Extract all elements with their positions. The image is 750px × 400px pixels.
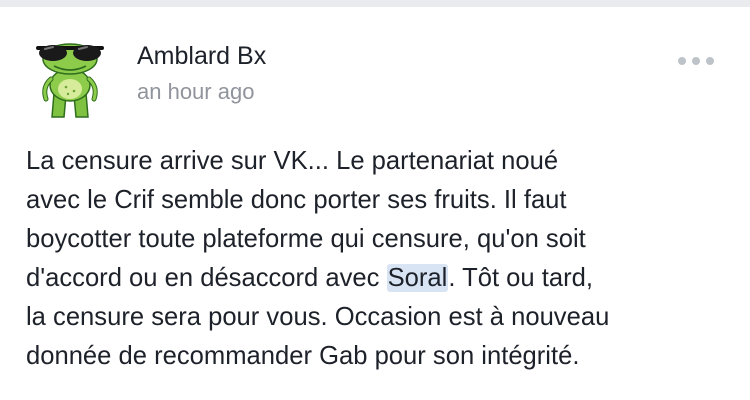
dot-icon xyxy=(692,57,700,65)
post-text-line: boycotter toute plateforme qui censure, … xyxy=(26,225,586,253)
post-card: Amblard Bx an hour ago La censure arrive… xyxy=(0,7,750,400)
post-timestamp[interactable]: an hour ago xyxy=(137,78,254,106)
post-text-segment: . Tôt ou tard, xyxy=(448,264,593,292)
post-text-line: d'accord ou en désaccord avec Soral. Tôt… xyxy=(26,259,731,298)
post-text-line: la censure sera pour vous. Occasion est … xyxy=(26,303,610,331)
post-text-segment: d'accord ou en désaccord avec xyxy=(26,264,387,292)
dot-icon xyxy=(706,57,714,65)
highlighted-word[interactable]: Soral xyxy=(386,264,449,292)
post-text-line: La censure arrive sur VK... Le partenari… xyxy=(26,147,559,175)
avatar[interactable] xyxy=(24,29,116,121)
author-name[interactable]: Amblard Bx xyxy=(137,41,266,71)
post-text-line: donnée de recommander Gab pour son intég… xyxy=(26,342,580,370)
post-text: La censure arrive sur VK... Le partenari… xyxy=(26,142,731,376)
dot-icon xyxy=(678,57,686,65)
frog-avatar-icon xyxy=(36,43,104,118)
post-text-line: avec le Crif semble donc porter ses frui… xyxy=(26,186,567,214)
more-options-icon[interactable] xyxy=(672,51,720,71)
top-divider xyxy=(0,0,750,7)
